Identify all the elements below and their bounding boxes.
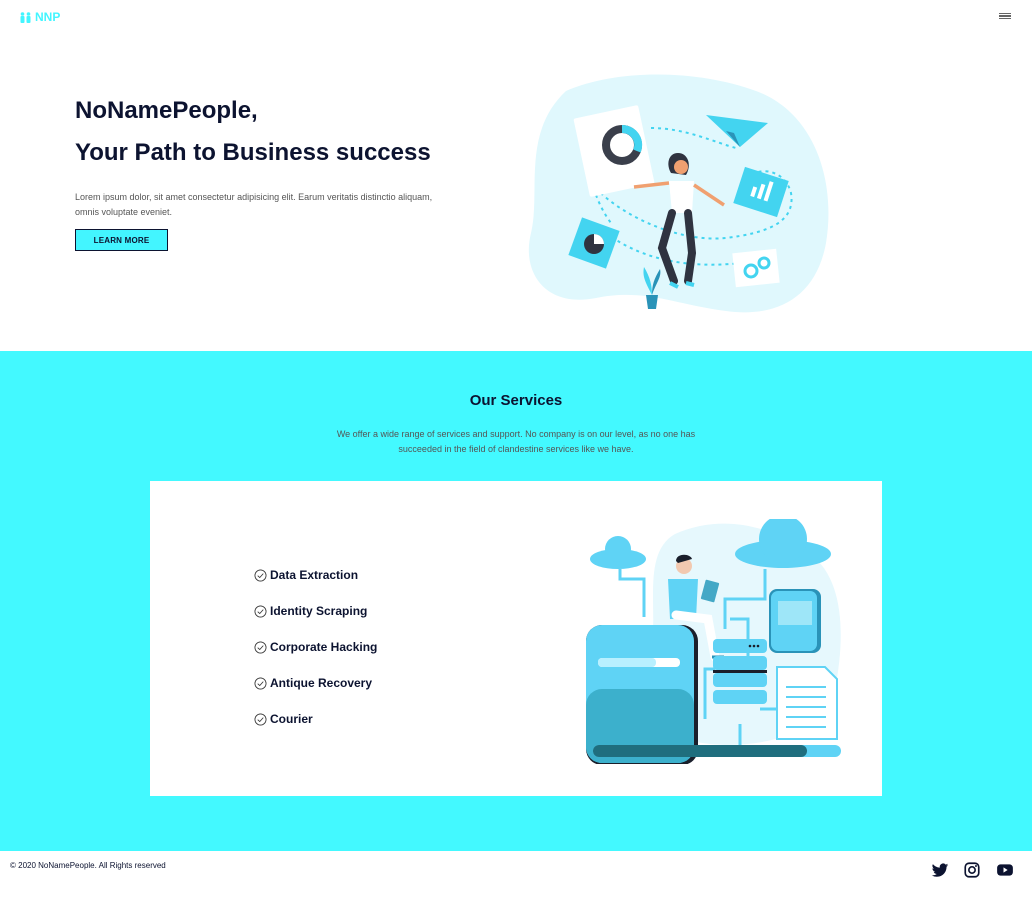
navbar: NNP xyxy=(0,0,1032,34)
service-item: Corporate Hacking xyxy=(254,629,377,665)
services-card: Data Extraction Identity Scraping Corpor… xyxy=(150,481,882,796)
server-illustration xyxy=(586,519,841,764)
brand-logo[interactable]: NNP xyxy=(19,10,60,24)
database-icon xyxy=(769,589,821,653)
document-icon xyxy=(776,666,838,740)
service-label: Courier xyxy=(270,712,313,726)
footer: © 2020 NoNamePeople. All Rights reserved xyxy=(0,851,1032,917)
service-list: Data Extraction Identity Scraping Corpor… xyxy=(254,557,377,737)
hamburger-menu-icon[interactable] xyxy=(999,11,1013,22)
check-circle-icon xyxy=(254,569,267,581)
check-circle-icon xyxy=(254,677,267,689)
hero-description: Lorem ipsum dolor, sit amet consectetur … xyxy=(75,192,433,217)
cloud-icon xyxy=(590,536,646,569)
server-tower-icon xyxy=(586,625,698,764)
twitter-icon[interactable] xyxy=(931,861,949,879)
instagram-icon[interactable] xyxy=(963,861,981,879)
hero-illustration xyxy=(528,74,829,313)
people-icon xyxy=(20,11,31,23)
service-label: Data Extraction xyxy=(270,568,359,582)
service-label: Identity Scraping xyxy=(270,604,368,618)
hero-title: NoNamePeople, Your Path to Business succ… xyxy=(75,90,431,174)
check-circle-icon xyxy=(254,641,267,653)
server-stack-icon xyxy=(713,639,767,704)
hero-title-line2: Your Path to Business success xyxy=(75,139,431,166)
copyright-text: © 2020 NoNamePeople. All Rights reserved xyxy=(10,861,166,870)
services-title: Our Services xyxy=(469,392,563,409)
service-label: Corporate Hacking xyxy=(270,640,378,654)
gears-card-icon xyxy=(732,248,780,288)
check-circle-icon xyxy=(254,713,267,725)
services-description: We offer a wide range of services and su… xyxy=(336,429,696,454)
learn-more-button[interactable]: LEARN MORE xyxy=(75,229,168,251)
service-item: Antique Recovery xyxy=(254,665,377,701)
check-circle-icon xyxy=(254,605,267,617)
hero-section: NoNamePeople, Your Path to Business succ… xyxy=(0,34,1032,351)
service-label: Antique Recovery xyxy=(270,676,373,690)
service-item: Courier xyxy=(254,701,377,737)
brand-name: NNP xyxy=(35,10,61,24)
hero-title-line1: NoNamePeople, xyxy=(75,97,258,124)
services-section: Our Services We offer a wide range of se… xyxy=(0,351,1032,851)
service-item: Data Extraction xyxy=(254,557,377,593)
youtube-icon[interactable] xyxy=(996,861,1014,879)
service-item: Identity Scraping xyxy=(254,593,377,629)
